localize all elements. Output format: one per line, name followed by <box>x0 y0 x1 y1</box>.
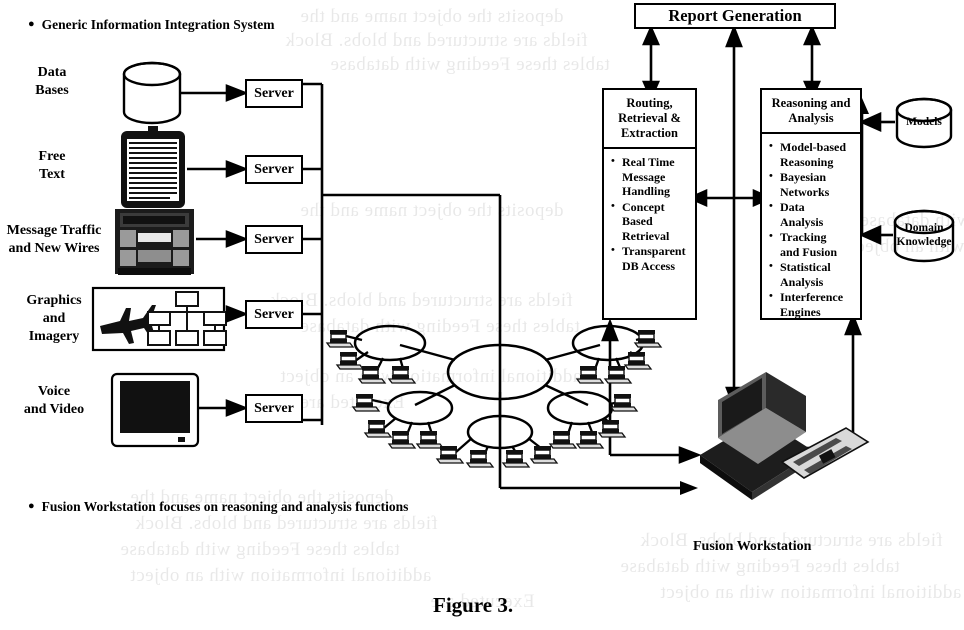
server-box-graphics-imagery[interactable]: Server <box>245 300 303 329</box>
arrow-workstation-to-reasoning <box>800 312 862 450</box>
server-label: Server <box>254 400 294 416</box>
bullet-dot-icon: ● <box>28 500 35 512</box>
panel-item: InterferenceEngines <box>769 289 856 319</box>
panel-reasoning-analysis[interactable]: Reasoning andAnalysis Model-basedReasoni… <box>760 88 862 320</box>
crt-monitor-icon <box>110 372 200 448</box>
database-cylinder-icon <box>122 61 182 125</box>
panel-body-routing: Real TimeMessageHandling ConceptBasedRet… <box>604 149 695 278</box>
report-generation-box[interactable]: Report Generation <box>634 3 836 29</box>
panel-item: Trackingand Fusion <box>769 229 856 259</box>
teletype-machine-icon <box>115 209 194 275</box>
panel-title-routing: Routing, Retrieval & Extraction <box>604 90 695 149</box>
server-box-message-traffic[interactable]: Server <box>245 225 303 254</box>
panel-item: ConceptBasedRetrieval <box>611 199 691 244</box>
server-label: Server <box>254 306 294 322</box>
server-box-voice-video[interactable]: Server <box>245 394 303 423</box>
panel-item: Model-basedReasoning <box>769 139 856 169</box>
server-box-data-bases[interactable]: Server <box>245 79 303 108</box>
models-label: Models <box>906 116 942 128</box>
panel-item: BayesianNetworks <box>769 169 856 199</box>
panel-item: StatisticalAnalysis <box>769 259 856 289</box>
server-label: Server <box>254 231 294 247</box>
arrow-routing-reasoning-bidirectional <box>686 189 774 207</box>
clipboard-document-icon <box>121 126 185 208</box>
panel-item: Real TimeMessageHandling <box>611 154 691 199</box>
panel-item: DataAnalysis <box>769 199 856 229</box>
figure-caption: Figure 3. <box>433 593 514 617</box>
domain-knowledge-label: Domain Knowledge <box>896 222 952 248</box>
report-generation-label: Report Generation <box>668 6 802 25</box>
jet-and-orgchart-icon <box>91 286 227 352</box>
arrow-workstation-to-routing <box>601 318 702 464</box>
panel-body-reasoning: Model-basedReasoning BayesianNetworks Da… <box>762 134 860 324</box>
arrow-bus-to-workstation <box>680 481 698 495</box>
panel-routing-retrieval-extraction[interactable]: Routing,Retrieval &Extraction Real TimeM… <box>602 88 697 320</box>
server-label: Server <box>254 85 294 101</box>
panel-item: TransparentDB Access <box>611 243 691 273</box>
isometric-computer-icon <box>700 372 870 500</box>
note-fusion-workstation: ● Fusion Workstation focuses on reasoning… <box>28 499 409 514</box>
fusion-workstation-label: Fusion Workstation <box>693 539 812 554</box>
figure-canvas: deposits the object name and the fields … <box>0 0 964 630</box>
arrow-workstation-to-report <box>725 24 743 410</box>
server-label: Server <box>254 161 294 177</box>
panel-title-reasoning: Reasoning and Analysis <box>762 90 860 134</box>
server-box-free-text[interactable]: Server <box>245 155 303 184</box>
